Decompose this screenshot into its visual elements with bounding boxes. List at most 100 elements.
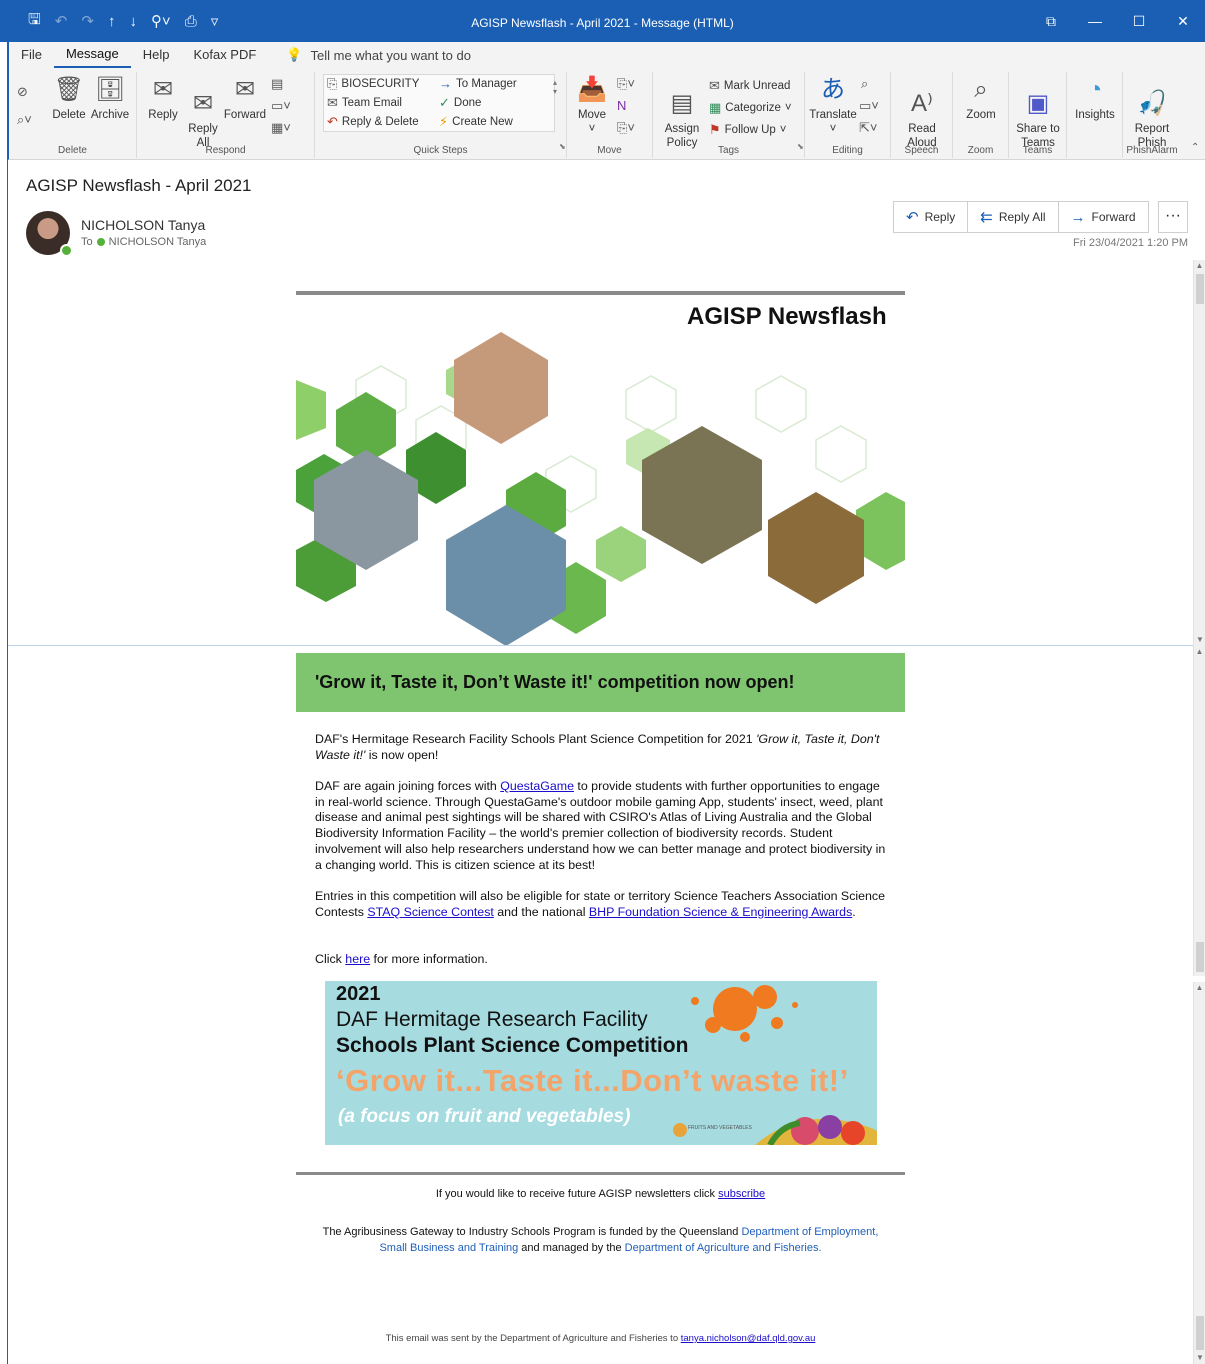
reply-all-ribbon-button[interactable]: ✉ Reply All: [183, 76, 223, 150]
presence-indicator: [60, 244, 73, 257]
bhp-awards-link[interactable]: BHP Foundation Science & Engineering Awa…: [589, 905, 852, 919]
window-border: [7, 42, 8, 1364]
subscribe-text: If you would like to receive future AGIS…: [435, 1188, 719, 1200]
paragraph-questagame: DAF are again joining forces with Questa…: [315, 779, 890, 873]
move-icon: 📥: [577, 76, 607, 103]
email-link[interactable]: tanya.nicholson@daf.qld.gov.au: [681, 1333, 816, 1344]
onenote-icon[interactable]: N: [617, 98, 626, 113]
competition-banner: 'Grow it, Taste it, Don’t Waste it!' com…: [296, 653, 905, 712]
categorize-button[interactable]: ▦ Categorize ˅: [709, 100, 792, 116]
teams-icon: ▣: [1026, 90, 1050, 117]
collapse-ribbon-icon[interactable]: ⌃: [1191, 142, 1199, 153]
quick-step-create-new[interactable]: ⚡ Create New: [439, 114, 513, 130]
insights-button[interactable]: ◔ Insights: [1069, 76, 1121, 122]
move-button[interactable]: 📥 Move ˅: [573, 76, 611, 136]
ignore-icon[interactable]: ⊘: [17, 84, 28, 100]
more-respond-icon[interactable]: ▦˅: [271, 120, 291, 136]
actions-icon[interactable]: ⎘˅: [617, 120, 635, 136]
group-insights: ◔ Insights: [1067, 72, 1123, 158]
policy-icon: ▤: [670, 90, 694, 117]
follow-up-button[interactable]: ⚑ Follow Up ˅: [709, 122, 787, 138]
reply-all-button[interactable]: ⇇ Reply All: [968, 202, 1059, 232]
competition-image[interactable]: 2021 DAF Hermitage Research Facility Sch…: [325, 981, 877, 1145]
forward-ribbon-button[interactable]: ✉ Forward: [223, 76, 267, 122]
scrollbar-middle[interactable]: ▲: [1193, 646, 1205, 976]
group-tags: ▤ Assign Policy ✉ Mark Unread ▦ Categorize ˅…: [653, 72, 805, 158]
comp-badge: FRUITS AND VEGETABLES: [688, 1125, 752, 1131]
quick-step-done[interactable]: ✓ Done: [439, 95, 481, 111]
im-icon[interactable]: ▭˅: [271, 98, 291, 114]
translate-icon: あ: [821, 76, 845, 103]
newsletter-heading: AGISP Newsflash: [687, 303, 887, 330]
translate-button[interactable]: あ Translate ˅: [809, 76, 857, 136]
tab-message[interactable]: Message: [53, 42, 131, 68]
scroll-thumb[interactable]: [1196, 274, 1204, 304]
scroll-up-icon[interactable]: ▲: [1194, 260, 1205, 272]
quick-step-biosecurity[interactable]: ⎘ BIOSECURITY: [327, 76, 419, 92]
p2-text-a: DAF are again joining forces with: [315, 779, 501, 793]
reply-icon: ✉: [152, 76, 174, 103]
tell-me-search[interactable]: 💡 Tell me what you want to do: [286, 47, 471, 63]
funding-note: The Agribusiness Gateway to Industry Sch…: [296, 1224, 905, 1256]
scroll-up-icon[interactable]: ▲: [1194, 982, 1205, 994]
subscribe-link[interactable]: subscribe: [718, 1188, 765, 1200]
p4-text-a: Click: [315, 952, 346, 966]
report-phish-button[interactable]: 🎣 Report Phish: [1125, 76, 1179, 150]
window-title: AGISP Newsflash - April 2021 - Message (…: [471, 16, 734, 30]
here-link[interactable]: here: [345, 952, 370, 966]
recipient-presence-icon: [96, 238, 105, 246]
scroll-thumb[interactable]: [1196, 942, 1204, 972]
reply-ribbon-button[interactable]: ✉ Reply: [143, 76, 183, 122]
assign-policy-button[interactable]: ▤ Assign Policy: [657, 76, 707, 150]
scroll-up-icon[interactable]: ▲: [1194, 646, 1205, 658]
quick-step-team-email[interactable]: ✉ Team Email: [327, 95, 402, 111]
tab-kofax-pdf[interactable]: Kofax PDF: [181, 43, 268, 67]
questagame-link[interactable]: QuestaGame: [500, 779, 574, 793]
p4-text-b: for more information.: [370, 952, 488, 966]
more-actions-button[interactable]: ···: [1158, 201, 1188, 233]
find-icon[interactable]: ⌕: [861, 76, 868, 92]
scrollbar-top[interactable]: ▲ ▼: [1193, 260, 1205, 646]
cleanup-icon[interactable]: ⌕˅: [17, 112, 32, 128]
share-to-teams-button[interactable]: ▣ Share to Teams: [1011, 76, 1065, 150]
comp-facility: DAF Hermitage Research Facility: [336, 1008, 648, 1031]
recipient-name[interactable]: NICHOLSON Tanya: [109, 236, 207, 248]
ribbon-display-icon[interactable]: ⧉: [1029, 13, 1073, 30]
maximize-icon[interactable]: ☐: [1117, 13, 1161, 30]
tab-help[interactable]: Help: [131, 43, 182, 67]
agriculture-dept-link[interactable]: Department of Agriculture and Fisheries.: [625, 1242, 822, 1254]
sender-name[interactable]: NICHOLSON Tanya: [81, 217, 205, 233]
archive-button[interactable]: 🗄 Archive: [89, 76, 131, 122]
close-icon[interactable]: ✕: [1161, 13, 1205, 30]
delete-button[interactable]: 🗑 Delete: [51, 76, 87, 122]
group-label-editing: Editing: [832, 145, 863, 156]
scroll-down-icon[interactable]: ▼: [1194, 634, 1205, 646]
p1-text-a: DAF's Hermitage Research Facility School…: [315, 732, 757, 746]
group-teams: ▣ Share to Teams Teams: [1009, 72, 1067, 158]
quick-step-reply-delete[interactable]: ↶ Reply & Delete: [327, 114, 419, 130]
quick-steps-scroll[interactable]: ▴ ▾: [553, 78, 557, 96]
quick-step-to-manager[interactable]: → To Manager: [439, 76, 517, 91]
mark-unread-button[interactable]: ✉ Mark Unread: [709, 78, 790, 94]
banner-title: 'Grow it, Taste it, Don’t Waste it!' com…: [315, 672, 795, 692]
group-label-tags: Tags: [717, 145, 740, 156]
select-icon[interactable]: ⇱˅: [859, 120, 877, 136]
zoom-button[interactable]: ⌕ Zoom: [957, 76, 1005, 122]
to-label: To: [81, 236, 93, 248]
minimize-icon[interactable]: —: [1073, 13, 1117, 29]
tell-me-placeholder: Tell me what you want to do: [310, 47, 471, 63]
group-phishalarm: 🎣 Report Phish PhishAlarm: [1123, 72, 1181, 158]
tab-file[interactable]: File: [9, 43, 54, 67]
staq-link[interactable]: STAQ Science Contest: [367, 905, 493, 919]
read-aloud-button[interactable]: A⁾ Read Aloud: [897, 76, 947, 150]
scroll-down-icon[interactable]: ▼: [1194, 1352, 1205, 1364]
scrollbar-bottom[interactable]: ▲ ▼: [1193, 982, 1205, 1364]
forward-button[interactable]: → Forward: [1059, 202, 1148, 232]
group-label-respond: Respond: [205, 145, 246, 156]
rules-icon[interactable]: ⎘˅: [617, 76, 635, 92]
reply-arrow-icon: ↶: [906, 209, 919, 226]
scroll-thumb[interactable]: [1196, 1316, 1204, 1350]
reply-button[interactable]: ↶ Reply: [894, 202, 969, 232]
meeting-icon[interactable]: ▤: [271, 76, 283, 92]
related-icon[interactable]: ▭˅: [859, 98, 879, 114]
